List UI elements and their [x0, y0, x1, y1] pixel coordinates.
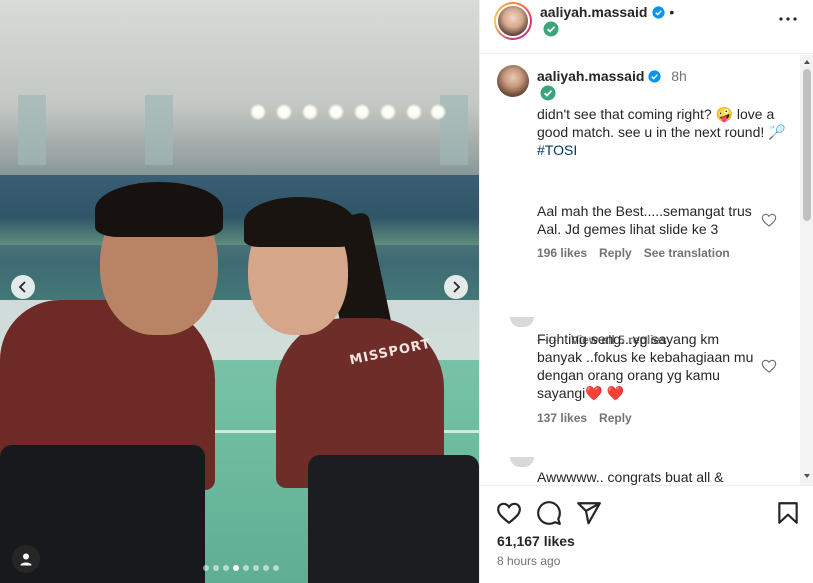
comments-scrollbar[interactable]: [800, 55, 813, 485]
photo-window: [440, 95, 468, 165]
green-check-icon: [543, 21, 559, 37]
author-info: aaliyah.massaid •: [540, 4, 674, 22]
post-caption: didn't see that coming right? 🤪 love a g…: [537, 105, 787, 159]
person-man-hair: [95, 182, 223, 237]
carousel-dot: [233, 565, 239, 571]
photo-stands: [0, 175, 479, 245]
scroll-down-icon[interactable]: [803, 472, 811, 480]
chevron-right-icon: [453, 281, 461, 293]
verified-badge-icon: [652, 6, 665, 19]
see-translation-button[interactable]: See translation: [644, 246, 730, 260]
verified-badge-icon: [648, 70, 661, 83]
like-comment-heart-icon[interactable]: [761, 212, 777, 228]
stadium-light: [276, 104, 292, 120]
carousel-dot: [273, 565, 279, 571]
scroll-up-icon[interactable]: [803, 58, 811, 66]
carousel-dot: [203, 565, 209, 571]
carousel-prev-button[interactable]: [11, 275, 35, 299]
carousel-dot: [243, 565, 249, 571]
author-username[interactable]: aaliyah.massaid: [540, 4, 647, 20]
post-timestamp[interactable]: 8 hours ago: [497, 554, 560, 568]
caption-author-username[interactable]: aaliyah.massaid: [537, 68, 644, 84]
comment-likes[interactable]: 137 likes: [537, 411, 587, 425]
stadium-light: [302, 104, 318, 120]
post-sidebar: aaliyah.massaid • aaliyah.massaid 8h did…: [479, 0, 813, 583]
caption-time: 8h: [671, 68, 687, 84]
user-icon: [20, 553, 32, 566]
photo-window: [18, 95, 46, 165]
caption-hashtag[interactable]: #TOSI: [537, 142, 577, 158]
comments-list[interactable]: aaliyah.massaid 8h didn't see that comin…: [480, 55, 800, 485]
carousel-dot: [253, 565, 259, 571]
like-heart-icon[interactable]: [496, 500, 522, 526]
post-likes-count[interactable]: 61,167 likes: [497, 533, 575, 549]
person-woman-hair: [244, 197, 354, 247]
carousel-dot: [213, 565, 219, 571]
comment-meta: 196 likes Reply See translation: [537, 246, 730, 260]
reply-button[interactable]: Reply: [599, 246, 632, 260]
comment-meta: 137 likes Reply: [537, 411, 632, 425]
scrollbar-thumb[interactable]: [803, 69, 811, 221]
stadium-light: [406, 104, 422, 120]
author-avatar[interactable]: [494, 2, 532, 40]
commenter-avatar[interactable]: [510, 317, 534, 327]
comment-text: Aal mah the Best.....semangat trus Aal. …: [537, 203, 752, 237]
tagged-users-button[interactable]: [12, 545, 40, 573]
caption-author-avatar[interactable]: [497, 65, 529, 97]
comment-text: Awwwww.. congrats buat all &: [537, 469, 724, 485]
stadium-light: [250, 104, 266, 120]
chevron-left-icon: [18, 281, 26, 293]
post-photo[interactable]: MISSPORT: [0, 0, 479, 583]
commenter-avatar[interactable]: [510, 457, 534, 467]
caption-author-line: aaliyah.massaid 8h: [537, 68, 687, 84]
stadium-light: [430, 104, 446, 120]
caption-text: didn't see that coming right? 🤪 love a g…: [537, 106, 786, 140]
comment-bubble-icon[interactable]: [536, 500, 562, 526]
photo-ceiling: [0, 0, 479, 150]
photo-chair: [308, 455, 479, 583]
more-options-icon[interactable]: [776, 10, 800, 28]
share-send-icon[interactable]: [576, 500, 602, 526]
bookmark-icon[interactable]: [775, 500, 801, 526]
stadium-light: [380, 104, 396, 120]
carousel-dot: [223, 565, 229, 571]
photo-window: [145, 95, 173, 165]
stadium-light: [328, 104, 344, 120]
stadium-light: [354, 104, 370, 120]
carousel-dot: [263, 565, 269, 571]
comment-likes[interactable]: 196 likes: [537, 246, 587, 260]
header-separator-dot: •: [669, 4, 675, 20]
post-header: aaliyah.massaid •: [480, 0, 813, 54]
reply-button[interactable]: Reply: [599, 411, 632, 425]
carousel-next-button[interactable]: [444, 275, 468, 299]
green-check-icon: [540, 85, 556, 101]
carousel-dots: [203, 565, 279, 571]
like-comment-heart-icon[interactable]: [761, 358, 777, 374]
comment-text: Fighting seng...yg sayang km banyak ..fo…: [537, 331, 754, 401]
post-actions: 61,167 likes 8 hours ago: [480, 485, 813, 583]
